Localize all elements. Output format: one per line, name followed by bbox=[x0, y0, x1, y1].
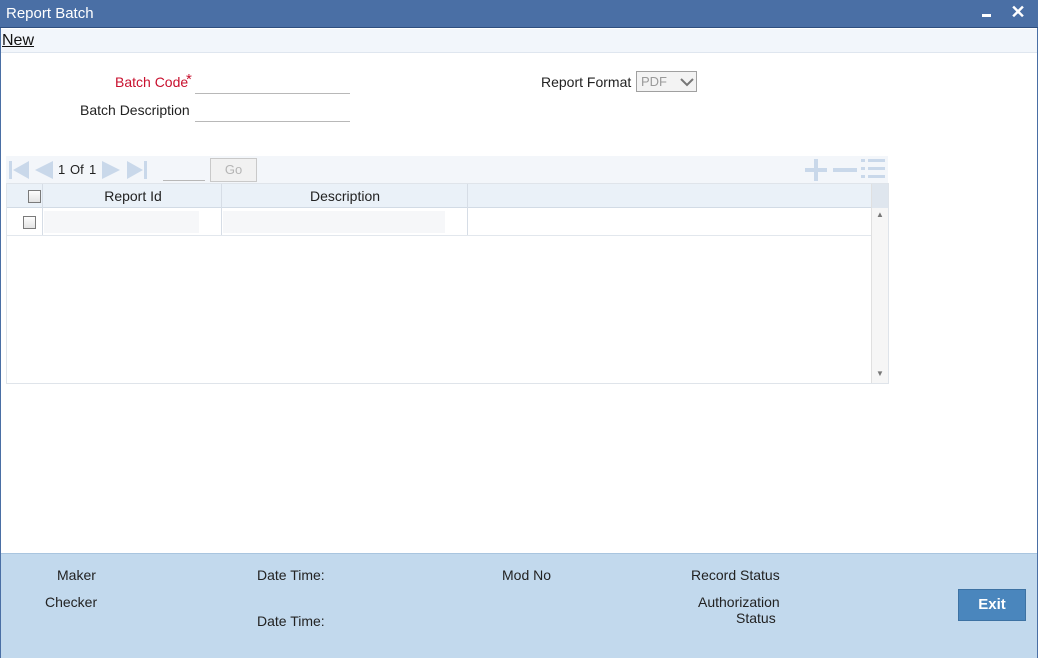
previous-page-icon[interactable] bbox=[32, 160, 54, 183]
last-page-icon[interactable] bbox=[126, 160, 148, 183]
menu-bar: New bbox=[1, 29, 1037, 53]
window-title: Report Batch bbox=[6, 5, 94, 22]
exit-button[interactable]: Exit bbox=[958, 589, 1026, 621]
table-row bbox=[7, 208, 871, 236]
batch-code-label: Batch Code bbox=[115, 74, 189, 90]
next-page-icon[interactable] bbox=[101, 160, 123, 183]
select-all-checkbox[interactable] bbox=[28, 190, 41, 203]
new-link[interactable]: New bbox=[2, 32, 34, 50]
minimize-icon[interactable] bbox=[978, 2, 996, 24]
report-id-cell-input[interactable] bbox=[44, 211, 199, 233]
grid-toolbar: 1 Of 1 bbox=[6, 156, 888, 183]
required-marker: * bbox=[186, 71, 192, 88]
batch-description-label: Batch Description bbox=[80, 102, 190, 118]
description-cell-input[interactable] bbox=[223, 211, 445, 233]
row-checkbox[interactable] bbox=[23, 216, 36, 229]
scroll-down-icon[interactable]: ▼ bbox=[876, 369, 884, 378]
column-header-description: Description bbox=[309, 188, 381, 204]
column-header-report-id: Report Id bbox=[104, 188, 162, 204]
add-row-icon[interactable] bbox=[804, 159, 828, 184]
delete-row-icon[interactable] bbox=[832, 159, 858, 184]
maker-date-time-label: Date Time: bbox=[257, 567, 325, 583]
title-bar: Report Batch ✕ bbox=[0, 0, 1038, 28]
vertical-scrollbar[interactable]: ▲ ▼ bbox=[871, 184, 888, 383]
maker-label: Maker bbox=[57, 567, 96, 583]
batch-code-input[interactable] bbox=[195, 72, 350, 94]
checker-date-time-label: Date Time: bbox=[257, 613, 325, 629]
first-page-icon[interactable] bbox=[8, 160, 30, 183]
grid-header: Report Id Description bbox=[7, 184, 871, 208]
current-page: 1 bbox=[58, 162, 66, 177]
view-rows-icon[interactable] bbox=[860, 157, 886, 184]
scrollbar-thumb[interactable] bbox=[872, 184, 888, 208]
chevron-down-icon bbox=[679, 73, 695, 91]
total-pages: 1 bbox=[89, 162, 97, 177]
close-icon[interactable]: ✕ bbox=[1008, 1, 1028, 23]
checker-label: Checker bbox=[45, 594, 98, 610]
report-format-value: PDF bbox=[641, 74, 667, 89]
authorization-status-label: Authorization bbox=[698, 594, 780, 610]
report-format-select[interactable]: PDF bbox=[636, 71, 697, 92]
authorization-status-label-line2: Status bbox=[736, 610, 776, 626]
go-button[interactable]: Go bbox=[210, 158, 257, 182]
report-format-label: Report Format bbox=[541, 74, 632, 90]
batch-description-input[interactable] bbox=[195, 100, 350, 122]
mod-no-label: Mod No bbox=[502, 567, 552, 583]
report-grid: Report Id Description ▲ ▼ bbox=[6, 183, 889, 384]
record-status-label: Record Status bbox=[691, 567, 780, 583]
of-label: Of bbox=[70, 162, 84, 177]
scroll-up-icon[interactable]: ▲ bbox=[876, 210, 884, 219]
goto-page-input[interactable] bbox=[163, 161, 205, 181]
